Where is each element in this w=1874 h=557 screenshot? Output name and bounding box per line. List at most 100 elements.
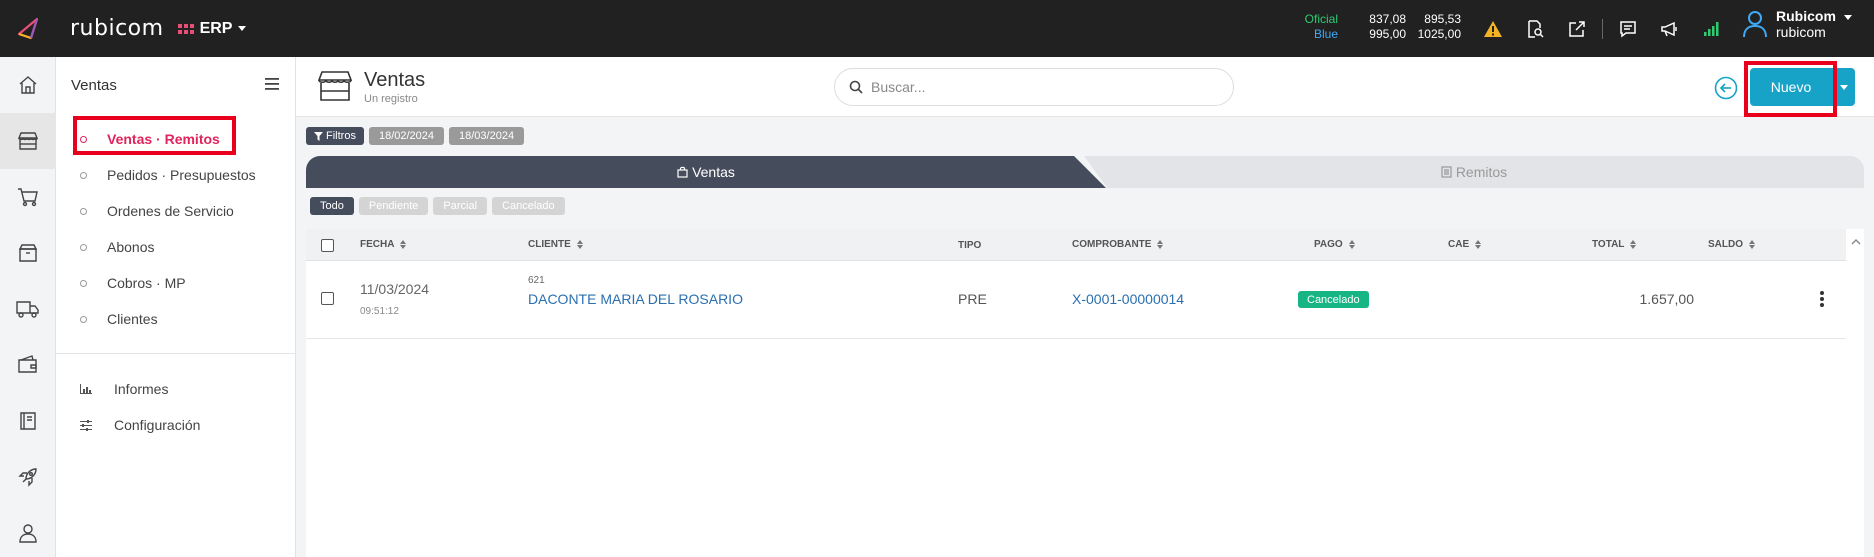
table-header: Fecha Cliente Tipo Comprobante Pago CAE … <box>306 229 1846 261</box>
module-rail <box>0 57 56 557</box>
sidebar-item-abonos[interactable]: Abonos <box>56 229 296 265</box>
cell-hora: 09:51:12 <box>360 306 399 317</box>
external-link-button[interactable] <box>1556 0 1598 57</box>
user-menu[interactable]: Rubicom rubicom <box>1742 8 1852 40</box>
store-icon <box>317 71 353 101</box>
column-label: Pago <box>1314 239 1343 250</box>
wallet-icon <box>18 355 37 373</box>
column-comprobante[interactable]: Comprobante <box>1072 239 1164 250</box>
app-logo[interactable] <box>0 0 56 57</box>
bullet-icon <box>80 279 87 287</box>
cell-cliente-link[interactable]: DACONTE MARIA DEL ROSARIO <box>528 291 743 307</box>
search-icon <box>849 80 863 94</box>
sidebar-item-clientes[interactable]: Clientes <box>56 301 296 337</box>
status-badge: Cancelado <box>1298 291 1369 308</box>
status-filter-todo[interactable]: Todo <box>310 197 354 215</box>
connection-status <box>1691 0 1733 57</box>
rate-blue-label: Blue <box>1313 27 1338 41</box>
rail-lanzamientos[interactable] <box>0 449 56 505</box>
rocket-icon <box>18 468 37 487</box>
sidebar-item-label: Clientes <box>107 311 158 327</box>
tab-ventas[interactable]: Ventas <box>306 156 1106 188</box>
external-link-icon <box>1569 20 1585 37</box>
tab-remitos[interactable]: Remitos <box>1084 156 1864 188</box>
select-all-checkbox[interactable] <box>321 239 334 252</box>
sidebar-item-label: Configuración <box>114 417 201 433</box>
sidebar-item-label: Cobros · MP <box>107 275 186 291</box>
rail-tesoreria[interactable] <box>0 337 56 393</box>
rail-contabilidad[interactable] <box>0 393 56 449</box>
sidebar-item-cobros-mp[interactable]: Cobros · MP <box>56 265 296 301</box>
column-saldo[interactable]: Saldo <box>1708 239 1755 250</box>
grid-icon <box>177 23 194 34</box>
column-label: Fecha <box>360 239 395 250</box>
column-label: Comprobante <box>1072 239 1152 250</box>
column-label: Total <box>1592 239 1625 250</box>
column-total[interactable]: Total <box>1592 239 1637 250</box>
book-icon <box>20 412 36 430</box>
column-cliente[interactable]: Cliente <box>528 239 583 250</box>
column-cae[interactable]: CAE <box>1448 239 1482 250</box>
arrow-left-circle-icon <box>1714 76 1738 100</box>
column-pago[interactable]: Pago <box>1314 239 1355 250</box>
sort-icon <box>1475 240 1482 249</box>
filters-button[interactable]: Filtros <box>306 127 364 145</box>
module-selector[interactable]: ERP <box>177 20 247 38</box>
user-name: Rubicom <box>1776 8 1836 24</box>
search-document-icon <box>1528 19 1544 38</box>
rail-logistica[interactable] <box>0 281 56 337</box>
search-input[interactable] <box>871 79 1211 95</box>
search-document-button[interactable] <box>1514 0 1556 57</box>
store-icon <box>17 132 39 150</box>
table-row[interactable]: 11/03/2024 09:51:12 621 DACONTE MARIA DE… <box>306 261 1846 339</box>
highlight-box <box>1744 61 1837 117</box>
sidebar-secondary-menu: Informes Configuración <box>56 371 296 443</box>
search-box[interactable] <box>834 68 1234 106</box>
announcements-button[interactable] <box>1649 0 1691 57</box>
date-from-chip[interactable]: 18/02/2024 <box>368 127 445 145</box>
status-filter-parcial[interactable]: Parcial <box>433 197 488 215</box>
rail-usuarios[interactable] <box>0 505 56 557</box>
scrollbar-up-arrow[interactable] <box>1851 233 1861 248</box>
home-icon <box>19 76 37 94</box>
column-label: Saldo <box>1708 239 1743 250</box>
sort-icon <box>1630 240 1637 249</box>
date-to-chip[interactable]: 18/03/2024 <box>449 127 525 145</box>
tab-label: Ventas <box>692 164 735 180</box>
logo-icon <box>17 17 39 39</box>
back-button[interactable] <box>1714 76 1738 100</box>
row-actions-button[interactable] <box>1820 291 1824 307</box>
filter-bar: Filtros 18/02/2024 18/03/2024 <box>306 127 525 145</box>
rail-home[interactable] <box>0 57 56 113</box>
rail-ventas[interactable] <box>0 113 56 169</box>
signal-icon <box>1704 21 1719 36</box>
sidebar-item-configuracion[interactable]: Configuración <box>56 407 296 443</box>
cell-comprobante-link[interactable]: X-0001-00000014 <box>1072 291 1184 307</box>
status-filter-pendiente[interactable]: Pendiente <box>358 197 429 215</box>
column-fecha[interactable]: Fecha <box>360 239 407 250</box>
row-checkbox[interactable] <box>321 292 334 305</box>
sidebar-item-label: Pedidos · Presupuestos <box>107 167 256 183</box>
sidebar-item-ordenes-servicio[interactable]: Ordenes de Servicio <box>56 193 296 229</box>
sidebar-item-pedidos-presupuestos[interactable]: Pedidos · Presupuestos <box>56 157 296 193</box>
cell-total: 1.657,00 <box>1639 291 1695 307</box>
page-header: Ventas Un registro Nuevo <box>296 57 1874 117</box>
box-icon <box>18 244 38 262</box>
warning-button[interactable] <box>1472 0 1514 57</box>
cell-fecha: 11/03/2024 <box>360 281 430 297</box>
rail-compras[interactable] <box>0 169 56 225</box>
menu-toggle-button[interactable] <box>264 77 280 94</box>
user-company: rubicom <box>1776 24 1826 40</box>
status-filter-cancelado[interactable]: Cancelado <box>492 197 565 215</box>
chat-button[interactable] <box>1607 0 1649 57</box>
rate-oficial-buy: 837,08 <box>1369 12 1406 26</box>
rail-stock[interactable] <box>0 225 56 281</box>
column-label: Tipo <box>958 240 982 251</box>
hamburger-icon <box>265 78 279 90</box>
chevron-down-icon <box>238 26 247 31</box>
brand-name: rubicom <box>70 16 164 41</box>
sort-icon <box>1749 240 1755 249</box>
sales-table: Fecha Cliente Tipo Comprobante Pago CAE … <box>306 229 1864 557</box>
cell-cliente-id: 621 <box>528 275 545 286</box>
sidebar-item-informes[interactable]: Informes <box>56 371 296 407</box>
